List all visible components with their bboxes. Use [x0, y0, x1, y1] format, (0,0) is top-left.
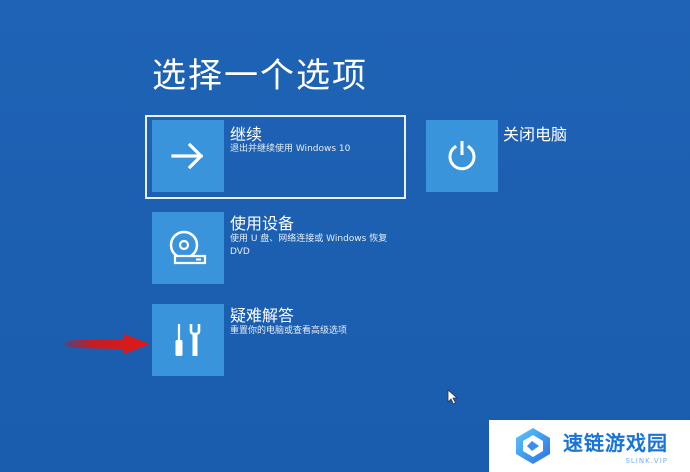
continue-tile[interactable]	[152, 120, 224, 192]
arrow-right-icon	[171, 143, 204, 169]
watermark-sub: SLINK.VIP	[625, 457, 668, 465]
power-icon	[448, 141, 476, 171]
use-device-tile[interactable]	[152, 212, 224, 284]
troubleshoot-title[interactable]: 疑难解答	[230, 302, 294, 326]
shutdown-tile[interactable]	[426, 120, 498, 192]
use-device-description: 使用 U 盘、网络连接或 Windows 恢复 DVD	[230, 234, 388, 257]
continue-title[interactable]: 继续	[230, 121, 262, 145]
watermark-badge: 速链游戏园 SLINK.VIP	[489, 420, 690, 472]
continue-description: 退出并继续使用 Windows 10	[230, 144, 351, 154]
tools-icon	[175, 324, 201, 356]
watermark-name: 速链游戏园	[563, 431, 668, 455]
mouse-cursor-icon	[447, 389, 459, 405]
watermark-text: 速链游戏园 SLINK.VIP	[563, 427, 668, 465]
troubleshoot-description: 重置你的电脑或查看高级选项	[230, 326, 348, 336]
watermark-logo-icon	[516, 428, 550, 464]
screen-title: 选择一个选项	[152, 56, 368, 96]
shutdown-title[interactable]: 关闭电脑	[503, 121, 567, 145]
use-device-title[interactable]: 使用设备	[230, 210, 294, 234]
annotation-arrow-icon	[62, 334, 150, 354]
troubleshoot-tile[interactable]	[152, 304, 224, 376]
disc-drive-icon	[169, 230, 207, 265]
